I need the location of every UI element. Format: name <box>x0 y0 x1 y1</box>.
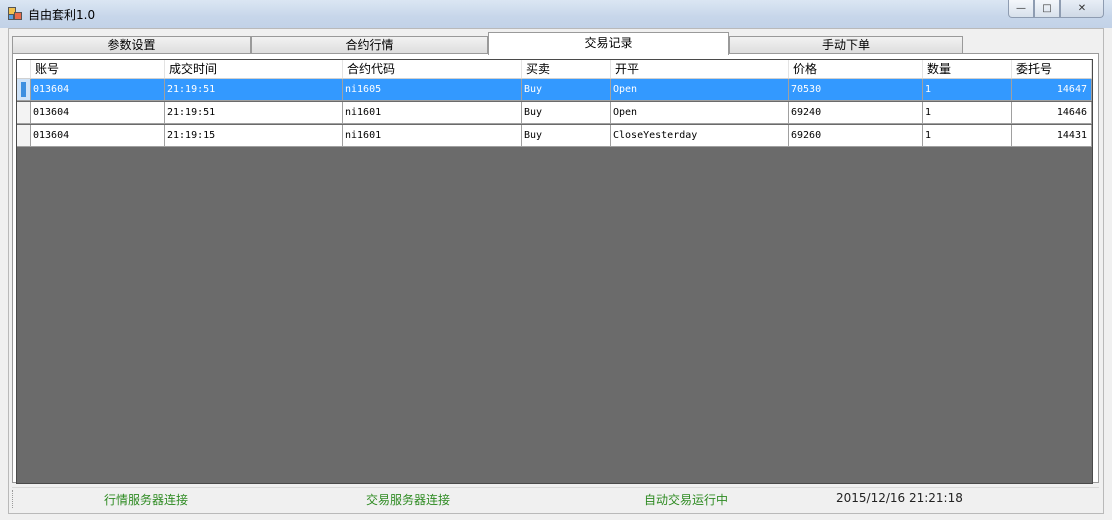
client-area: 参数设置 合约行情 交易记录 手动下单 账号 成交时间 合约代码 买卖 开平 价… <box>8 28 1104 514</box>
status-datetime: 2015/12/16 21:21:18 <box>836 491 963 505</box>
cell-quantity[interactable]: 1 <box>923 79 1012 100</box>
tab-parameter-settings[interactable]: 参数设置 <box>12 36 251 54</box>
cell-account[interactable]: 013604 <box>31 125 165 146</box>
cell-order-id[interactable]: 14431 <box>1012 125 1092 146</box>
cell-fill-time[interactable]: 21:19:51 <box>165 102 343 123</box>
column-header-price[interactable]: 价格 <box>789 60 923 78</box>
title-bar[interactable]: 自由套利1.0 — □ ✕ <box>0 0 1112 28</box>
row-header[interactable] <box>17 125 31 146</box>
minimize-icon: — <box>1016 3 1026 14</box>
column-header-contract-code[interactable]: 合约代码 <box>343 60 522 78</box>
trade-records-grid[interactable]: 账号 成交时间 合约代码 买卖 开平 价格 数量 委托号 013604 21:1… <box>16 59 1093 484</box>
cell-contract-code[interactable]: ni1601 <box>343 125 522 146</box>
cell-quantity[interactable]: 1 <box>923 125 1012 146</box>
cell-contract-code[interactable]: ni1605 <box>343 79 522 100</box>
row-header[interactable] <box>17 79 31 100</box>
column-header-order-id[interactable]: 委托号 <box>1012 60 1092 78</box>
cell-contract-code[interactable]: ni1601 <box>343 102 522 123</box>
maximize-button[interactable]: □ <box>1034 0 1060 18</box>
column-header-buy-sell[interactable]: 买卖 <box>522 60 611 78</box>
tab-trade-records[interactable]: 交易记录 <box>488 32 729 55</box>
column-header-account[interactable]: 账号 <box>31 60 165 78</box>
table-row[interactable]: 013604 21:19:51 ni1601 Buy Open 69240 1 … <box>17 102 1092 124</box>
app-icon[interactable] <box>8 7 22 21</box>
market-server-status: 行情服务器连接 <box>104 493 189 507</box>
cell-quantity[interactable]: 1 <box>923 102 1012 123</box>
close-button[interactable]: ✕ <box>1060 0 1104 18</box>
status-bar-grip <box>12 490 17 508</box>
cell-order-id[interactable]: 14647 <box>1012 79 1092 100</box>
window-title: 自由套利1.0 <box>28 8 96 22</box>
current-row-marker <box>21 82 26 97</box>
tab-manual-order[interactable]: 手动下单 <box>729 36 963 54</box>
cell-fill-time[interactable]: 21:19:51 <box>165 79 343 100</box>
cell-order-id[interactable]: 14646 <box>1012 102 1092 123</box>
cell-open-close[interactable]: Open <box>611 79 789 100</box>
cell-price[interactable]: 69240 <box>789 102 923 123</box>
column-header-fill-time[interactable]: 成交时间 <box>165 60 343 78</box>
close-icon: ✕ <box>1077 3 1087 14</box>
cell-fill-time[interactable]: 21:19:15 <box>165 125 343 146</box>
trade-records-panel: 账号 成交时间 合约代码 买卖 开平 价格 数量 委托号 013604 21:1… <box>12 53 1099 484</box>
cell-price[interactable]: 70530 <box>789 79 923 100</box>
grid-header: 账号 成交时间 合约代码 买卖 开平 价格 数量 委托号 <box>17 60 1092 79</box>
cell-account[interactable]: 013604 <box>31 102 165 123</box>
column-header-open-close[interactable]: 开平 <box>611 60 789 78</box>
cell-account[interactable]: 013604 <box>31 79 165 100</box>
status-bar: 行情服务器连接 交易服务器连接 自动交易运行中 2015/12/16 21:21… <box>12 487 1099 510</box>
cell-price[interactable]: 69260 <box>789 125 923 146</box>
minimize-button[interactable]: — <box>1008 0 1034 18</box>
cell-open-close[interactable]: CloseYesterday <box>611 125 789 146</box>
cell-buy-sell[interactable]: Buy <box>522 79 611 100</box>
cell-buy-sell[interactable]: Buy <box>522 125 611 146</box>
auto-trading-status: 自动交易运行中 <box>644 493 729 507</box>
header-corner <box>17 60 31 78</box>
table-row[interactable]: 013604 21:19:51 ni1605 Buy Open 70530 1 … <box>17 79 1092 101</box>
application-window: 自由套利1.0 — □ ✕ 参数设置 合约行情 交易记录 手动下单 账号 成交时… <box>0 0 1112 520</box>
cell-buy-sell[interactable]: Buy <box>522 102 611 123</box>
caption-buttons: — □ ✕ <box>1008 0 1104 20</box>
column-header-quantity[interactable]: 数量 <box>923 60 1012 78</box>
maximize-icon: □ <box>1042 3 1052 14</box>
trade-server-status: 交易服务器连接 <box>366 493 451 507</box>
row-header[interactable] <box>17 102 31 123</box>
table-row[interactable]: 013604 21:19:15 ni1601 Buy CloseYesterda… <box>17 125 1092 147</box>
tab-contract-quotes[interactable]: 合约行情 <box>251 36 488 54</box>
cell-open-close[interactable]: Open <box>611 102 789 123</box>
